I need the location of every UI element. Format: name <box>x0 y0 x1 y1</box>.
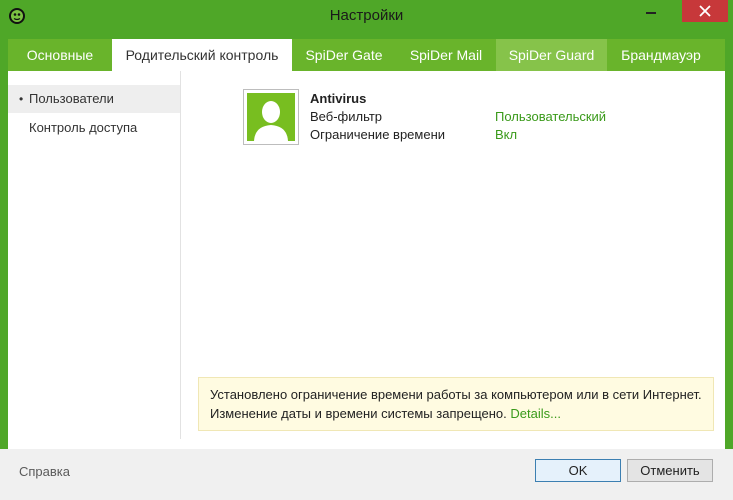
notice-text: Изменение даты и времени системы запреще… <box>210 406 507 421</box>
minimize-button[interactable] <box>635 0 667 22</box>
time-limit-label: Ограничение времени <box>310 127 446 142</box>
tab-spider-gate[interactable]: SpiDer Gate <box>292 39 396 71</box>
tab-spider-guard[interactable]: SpiDer Guard <box>496 39 607 71</box>
sidebar-item-label: Пользователи <box>29 91 114 106</box>
sidebar-item-label: Контроль доступа <box>29 120 138 135</box>
web-filter-value[interactable]: Пользовательский <box>495 109 606 124</box>
tab-bar: Основные Родительский контроль SpiDer Ga… <box>8 39 725 71</box>
tab-firewall[interactable]: Брандмауэр <box>607 39 715 71</box>
sidebar: • Пользователи Контроль доступа <box>8 71 181 439</box>
help-link[interactable]: Справка <box>19 464 70 479</box>
footer: Справка OK Отменить <box>0 449 733 500</box>
notice-box: Установлено ограничение времени работы з… <box>198 377 714 431</box>
avatar[interactable] <box>243 89 299 145</box>
close-button[interactable] <box>682 0 728 22</box>
notice-line-1: Установлено ограничение времени работы з… <box>210 387 702 402</box>
window-title: Настройки <box>329 7 404 24</box>
close-icon <box>699 5 711 17</box>
notice-line-2: Изменение даты и времени системы запреще… <box>210 404 702 423</box>
ok-button[interactable]: OK <box>535 459 621 482</box>
details-link[interactable]: Details... <box>510 406 561 421</box>
cancel-button[interactable]: Отменить <box>627 459 713 482</box>
user-silhouette-icon <box>254 101 288 141</box>
sidebar-item-users[interactable]: • Пользователи <box>8 85 180 113</box>
sidebar-item-access-control[interactable]: Контроль доступа <box>8 114 180 142</box>
tab-spider-mail[interactable]: SpiDer Mail <box>396 39 496 71</box>
web-filter-label: Веб-фильтр <box>310 109 383 124</box>
time-limit-value[interactable]: Вкл <box>495 127 517 142</box>
tab-parental-control[interactable]: Родительский контроль <box>112 39 292 71</box>
settings-window: Настройки Основные Родительский контроль… <box>0 0 733 500</box>
user-name: Antivirus <box>310 91 367 106</box>
bullet-marker: • <box>19 92 24 106</box>
minimize-icon <box>646 12 656 14</box>
tab-general[interactable]: Основные <box>8 39 112 71</box>
title-bar: Настройки <box>0 0 733 32</box>
content-panel: • Пользователи Контроль доступа Antiviru… <box>8 71 725 449</box>
maximize-button[interactable] <box>667 0 681 22</box>
